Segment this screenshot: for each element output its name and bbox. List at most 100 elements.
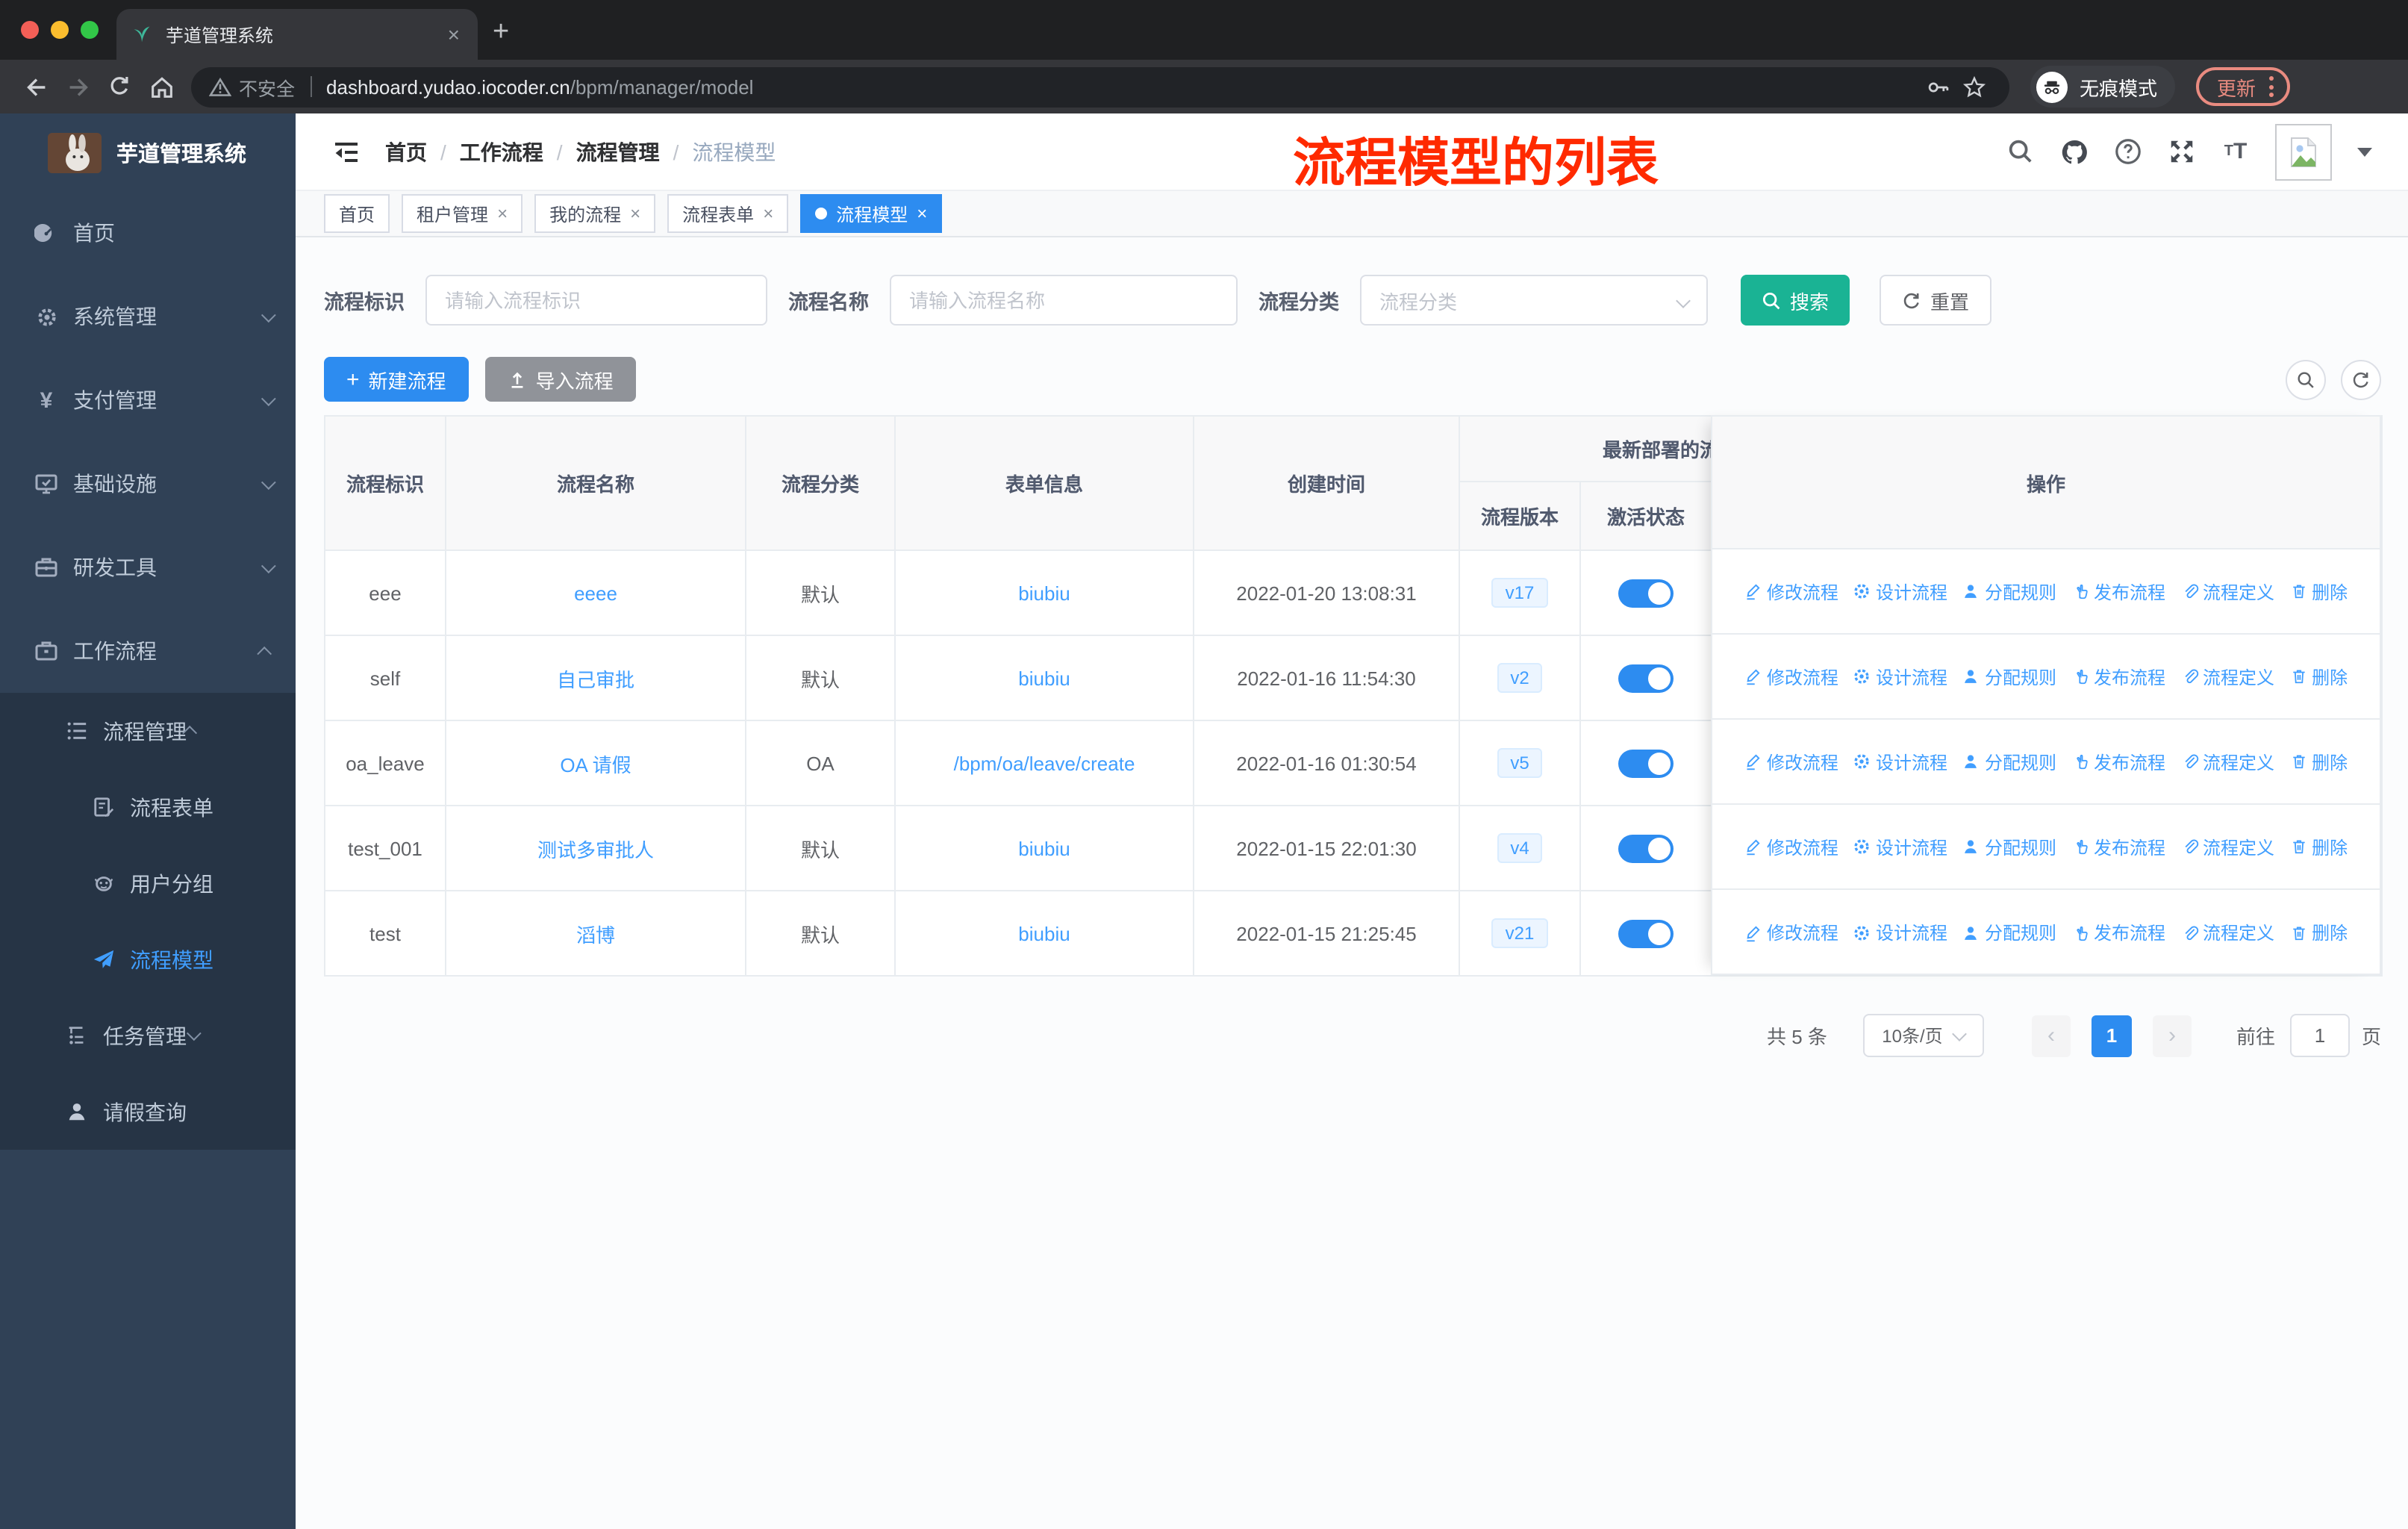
next-page-button[interactable]: › xyxy=(2152,1015,2192,1056)
security-warning[interactable]: 不安全 xyxy=(209,72,295,101)
close-icon[interactable]: × xyxy=(917,203,927,224)
process-definition-link[interactable]: 流程定义 xyxy=(2180,920,2274,945)
sidebar-item-workflow[interactable]: 工作流程 xyxy=(0,609,296,693)
sidebar-item-process-form[interactable]: 流程表单 xyxy=(0,769,296,845)
sidebar-item-payment[interactable]: ¥ 支付管理 xyxy=(0,358,296,442)
close-window-button[interactable] xyxy=(21,21,39,39)
design-process-link[interactable]: 设计流程 xyxy=(1853,749,1947,774)
refresh-table-button[interactable] xyxy=(2341,359,2381,399)
form-info-link[interactable]: /bpm/oa/leave/create xyxy=(954,752,1135,774)
current-page-button[interactable]: 1 xyxy=(2091,1015,2132,1056)
tag-process-model[interactable]: 流程模型 × xyxy=(800,194,943,233)
active-toggle[interactable] xyxy=(1618,834,1674,862)
window-controls[interactable] xyxy=(21,21,99,39)
process-definition-link[interactable]: 流程定义 xyxy=(2180,664,2274,689)
page-size-select[interactable]: 10条/页 xyxy=(1862,1014,1984,1057)
prev-page-button[interactable]: ‹ xyxy=(2031,1015,2071,1056)
sidebar-item-process-model[interactable]: 流程模型 xyxy=(0,921,296,997)
form-info-link[interactable]: biubiu xyxy=(1018,667,1070,689)
reset-button[interactable]: 重置 xyxy=(1880,275,1992,326)
sidebar-fold-icon[interactable] xyxy=(331,137,361,166)
create-process-button[interactable]: + 新建流程 xyxy=(324,357,469,402)
tag-my-process[interactable]: 我的流程 × xyxy=(534,194,656,233)
publish-process-link[interactable]: 发布流程 xyxy=(2071,920,2165,945)
breadcrumb-process-management[interactable]: 流程管理 xyxy=(576,137,660,166)
form-info-link[interactable]: biubiu xyxy=(1018,582,1070,604)
modify-process-link[interactable]: 修改流程 xyxy=(1744,834,1838,859)
avatar-caret-icon[interactable] xyxy=(2357,147,2372,156)
delete-link[interactable]: 删除 xyxy=(2289,664,2348,689)
breadcrumb-workflow[interactable]: 工作流程 xyxy=(460,137,543,166)
version-badge[interactable]: v21 xyxy=(1491,918,1548,948)
publish-process-link[interactable]: 发布流程 xyxy=(2071,749,2165,774)
assign-rules-link[interactable]: 分配规则 xyxy=(1962,749,2056,774)
process-definition-link[interactable]: 流程定义 xyxy=(2180,579,2274,604)
new-tab-button[interactable]: + xyxy=(493,15,509,51)
process-key-input[interactable] xyxy=(425,275,767,326)
modify-process-link[interactable]: 修改流程 xyxy=(1744,664,1838,689)
browser-update-button[interactable]: 更新 xyxy=(2196,67,2291,106)
breadcrumb-home[interactable]: 首页 xyxy=(385,137,427,166)
active-toggle[interactable] xyxy=(1618,749,1674,777)
modify-process-link[interactable]: 修改流程 xyxy=(1744,579,1838,604)
sidebar-item-system[interactable]: 系统管理 xyxy=(0,275,296,358)
version-badge[interactable]: v17 xyxy=(1491,578,1548,608)
url-text[interactable]: dashboard.yudao.iocoder.cn/bpm/manager/m… xyxy=(326,75,1920,98)
fullscreen-icon[interactable] xyxy=(2168,137,2196,166)
close-icon[interactable]: × xyxy=(763,203,773,224)
publish-process-link[interactable]: 发布流程 xyxy=(2071,664,2165,689)
logo-row[interactable]: 芋道管理系统 xyxy=(0,113,296,191)
hide-search-button[interactable] xyxy=(2286,359,2326,399)
active-toggle[interactable] xyxy=(1618,919,1674,947)
close-icon[interactable]: × xyxy=(630,203,640,224)
process-definition-link[interactable]: 流程定义 xyxy=(2180,834,2274,859)
delete-link[interactable]: 删除 xyxy=(2289,920,2348,945)
tag-tenant[interactable]: 租户管理 × xyxy=(402,194,523,233)
tag-process-form[interactable]: 流程表单 × xyxy=(667,194,789,233)
publish-process-link[interactable]: 发布流程 xyxy=(2071,579,2165,604)
maximize-window-button[interactable] xyxy=(81,21,99,39)
version-badge[interactable]: v5 xyxy=(1497,748,1543,778)
version-badge[interactable]: v4 xyxy=(1497,833,1543,863)
close-icon[interactable]: × xyxy=(497,203,508,224)
active-toggle[interactable] xyxy=(1618,664,1674,692)
forward-icon[interactable] xyxy=(57,66,99,108)
browser-tab[interactable]: 芋道管理系统 × xyxy=(116,9,478,60)
sidebar-item-infrastructure[interactable]: 基础设施 xyxy=(0,442,296,526)
delete-link[interactable]: 删除 xyxy=(2289,579,2348,604)
browser-menu-icon[interactable] xyxy=(2269,76,2274,97)
sidebar-item-task-management[interactable]: 任务管理 xyxy=(0,997,296,1074)
publish-process-link[interactable]: 发布流程 xyxy=(2071,834,2165,859)
tag-home[interactable]: 首页 xyxy=(324,194,390,233)
import-process-button[interactable]: 导入流程 xyxy=(484,357,636,402)
avatar[interactable] xyxy=(2275,123,2332,180)
minimize-window-button[interactable] xyxy=(51,21,69,39)
reload-icon[interactable] xyxy=(99,66,140,108)
process-name-link[interactable]: 自己审批 xyxy=(557,668,634,691)
design-process-link[interactable]: 设计流程 xyxy=(1853,664,1947,689)
sidebar-item-leave-query[interactable]: 请假查询 xyxy=(0,1074,296,1150)
process-name-link[interactable]: 测试多审批人 xyxy=(537,838,654,861)
process-name-input[interactable] xyxy=(890,275,1238,326)
assign-rules-link[interactable]: 分配规则 xyxy=(1962,579,2056,604)
modify-process-link[interactable]: 修改流程 xyxy=(1744,920,1838,945)
search-icon[interactable] xyxy=(2006,137,2035,166)
version-badge[interactable]: v2 xyxy=(1497,663,1543,693)
sidebar-item-user-group[interactable]: 用户分组 xyxy=(0,845,296,921)
sidebar-item-home[interactable]: 首页 xyxy=(0,191,296,275)
search-button[interactable]: 搜索 xyxy=(1741,275,1850,326)
modify-process-link[interactable]: 修改流程 xyxy=(1744,749,1838,774)
category-select[interactable]: 流程分类 xyxy=(1360,275,1708,326)
font-size-icon[interactable]: TT xyxy=(2221,137,2250,166)
assign-rules-link[interactable]: 分配规则 xyxy=(1962,834,2056,859)
design-process-link[interactable]: 设计流程 xyxy=(1853,834,1947,859)
assign-rules-link[interactable]: 分配规则 xyxy=(1962,920,2056,945)
delete-link[interactable]: 删除 xyxy=(2289,749,2348,774)
tab-close-icon[interactable]: × xyxy=(445,22,463,46)
assign-rules-link[interactable]: 分配规则 xyxy=(1962,664,2056,689)
github-icon[interactable] xyxy=(2060,137,2089,166)
key-icon[interactable] xyxy=(1920,66,1956,108)
form-info-link[interactable]: biubiu xyxy=(1018,922,1070,944)
process-name-link[interactable]: 滔博 xyxy=(576,924,615,946)
home-icon[interactable] xyxy=(140,66,182,108)
